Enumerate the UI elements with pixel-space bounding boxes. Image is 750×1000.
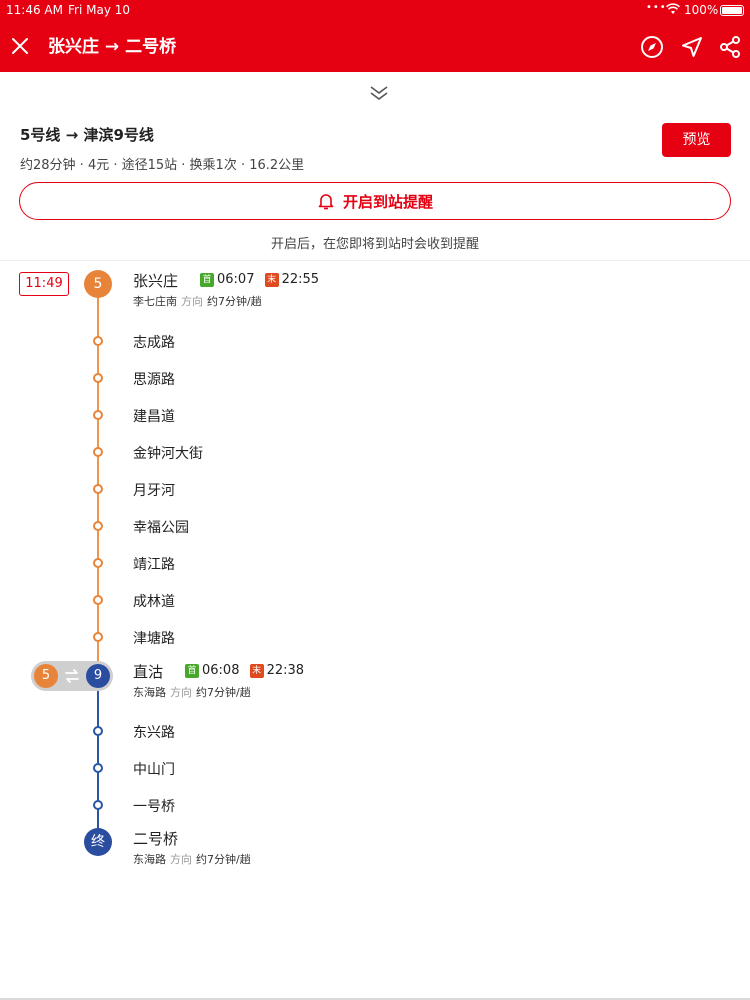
train-interval: 约7分钟/趟 — [196, 853, 251, 866]
direction-label: 方向 — [170, 686, 192, 699]
arrival-alert-button[interactable]: 开启到站提醒 — [19, 182, 731, 220]
alert-hint: 开启后，在您即将到站时会收到提醒 — [270, 237, 479, 252]
start-station-direction: 李七庄南 方向 约7分钟/趟 — [133, 293, 262, 309]
stop-dot — [93, 763, 103, 773]
first-train-badge: 首 — [185, 664, 199, 678]
start-station-times: 首 06:07 末 22:55 — [200, 272, 319, 287]
stop-dot — [93, 521, 103, 531]
line-9-track — [97, 686, 99, 834]
stop-dot — [93, 632, 103, 642]
stop-dot — [93, 484, 103, 494]
stop-name: 月牙河 — [133, 483, 175, 499]
direction-label: 方向 — [170, 853, 192, 866]
train-interval: 约7分钟/趟 — [207, 295, 262, 308]
first-train-time: 06:07 — [217, 272, 255, 287]
navigation-icon[interactable] — [680, 35, 704, 59]
compass-icon[interactable] — [640, 35, 664, 59]
line-5-badge: 5 — [84, 270, 112, 298]
train-interval: 约7分钟/趟 — [196, 686, 251, 699]
stop-dot — [93, 410, 103, 420]
end-station-name: 二号桥 — [133, 830, 179, 848]
preview-button[interactable]: 预览 — [662, 123, 731, 157]
signal-dots: ••• — [646, 2, 667, 13]
end-station-direction: 东海路 方向 约7分钟/趟 — [133, 851, 251, 867]
battery-percent: 100% — [684, 3, 719, 17]
stop-name: 志成路 — [133, 335, 175, 351]
transfer-station-direction: 东海路 方向 约7分钟/趟 — [133, 684, 251, 700]
divider — [0, 260, 750, 261]
bell-icon — [318, 194, 334, 210]
last-train-time: 22:38 — [266, 663, 305, 678]
arrival-alert-label: 开启到站提醒 — [342, 192, 433, 211]
stop-dot — [93, 336, 103, 346]
transfer-station-times: 首 06:08 末 22:38 — [185, 663, 304, 678]
stop-name: 幸福公园 — [133, 520, 189, 536]
first-train-badge: 首 — [200, 273, 214, 287]
status-time: 11:46 AM — [6, 3, 63, 17]
last-train-time: 22:55 — [281, 272, 320, 287]
last-train-badge: 末 — [249, 664, 264, 678]
stop-dot — [93, 447, 103, 457]
stop-name: 建昌道 — [133, 409, 175, 425]
route-summary-meta: 约28分钟 · 4元 · 途径15站 · 换乘1次 · 16.2公里 — [20, 158, 305, 173]
departure-time-tag: 11:49 — [19, 272, 69, 296]
stop-dot — [93, 373, 103, 383]
from-line-badge: 5 — [34, 664, 58, 688]
direction-terminal: 东海路 — [133, 686, 166, 699]
end-station-badge: 终 — [84, 828, 112, 856]
app-header: 11:46 AM Fri May 10 ••• 100% 张兴庄 → 二号桥 — [0, 0, 750, 72]
stop-name: 靖江路 — [133, 557, 175, 573]
stop-name: 金钟河大街 — [133, 446, 203, 462]
last-train-badge: 末 — [264, 273, 279, 287]
direction-terminal: 东海路 — [133, 853, 166, 866]
transfer-indicator: 5 9 — [31, 661, 113, 691]
close-icon[interactable] — [10, 36, 30, 56]
transfer-swap-icon — [65, 669, 79, 683]
route-title: 张兴庄 → 二号桥 — [48, 37, 177, 57]
stop-name: 津塘路 — [133, 631, 175, 647]
collapse-chevron-icon[interactable] — [368, 84, 390, 102]
stop-dot — [93, 726, 103, 736]
direction-terminal: 李七庄南 — [133, 295, 177, 308]
wifi-icon — [666, 3, 680, 14]
route-summary-title: 5号线 → 津滨9号线 — [20, 126, 154, 144]
stop-dot — [93, 595, 103, 605]
stop-name: 思源路 — [133, 372, 175, 388]
stop-name: 成林道 — [133, 594, 175, 610]
direction-label: 方向 — [181, 295, 203, 308]
stop-name: 东兴路 — [133, 725, 175, 741]
stop-name: 中山门 — [133, 762, 175, 778]
start-station-name: 张兴庄 — [133, 272, 179, 290]
stop-name: 一号桥 — [133, 799, 175, 815]
share-icon[interactable] — [718, 35, 742, 59]
to-line-badge: 9 — [86, 664, 110, 688]
stop-dot — [93, 558, 103, 568]
battery-icon — [720, 5, 744, 16]
status-bar: 11:46 AM Fri May 10 ••• 100% — [0, 0, 750, 20]
first-train-time: 06:08 — [202, 663, 240, 678]
transfer-station-name: 直沽 — [133, 663, 164, 681]
stop-dot — [93, 800, 103, 810]
status-date: Fri May 10 — [68, 3, 131, 17]
